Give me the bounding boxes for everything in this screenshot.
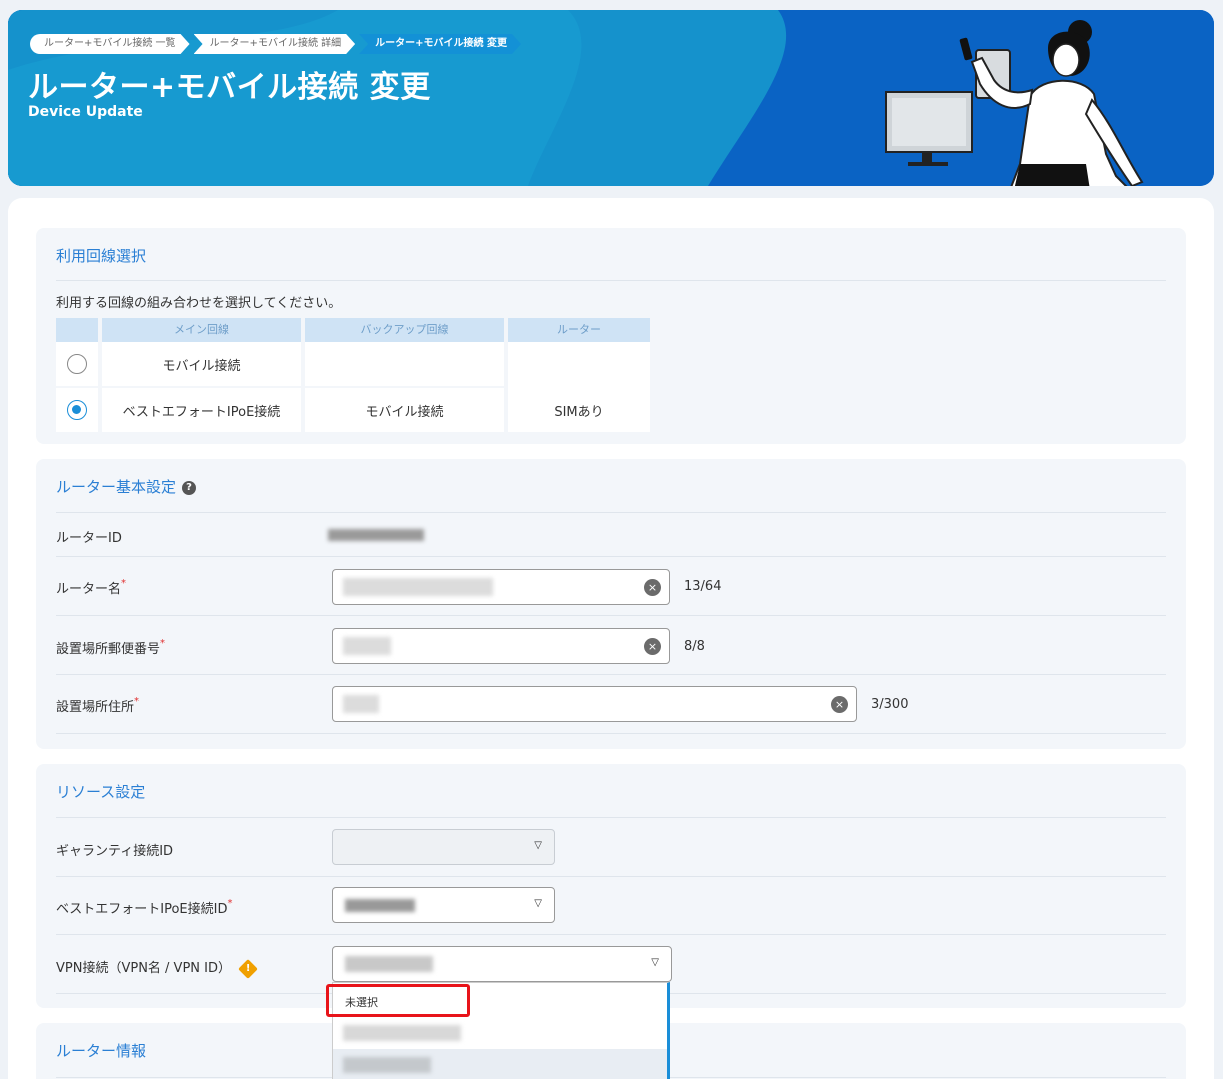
section-divider: [56, 280, 1166, 281]
clear-icon[interactable]: ×: [644, 638, 661, 655]
router-name-label-text: ルーター名: [56, 582, 122, 597]
router-name-value: [343, 578, 493, 596]
page-header-banner: ルーター+モバイル接続 一覧 ルーター+モバイル接続 詳細 ルーター+モバイル接…: [8, 10, 1214, 186]
vpn-connection-label-text: VPN接続（VPN名 / VPN ID）: [56, 961, 231, 976]
line-option-radio[interactable]: [67, 354, 87, 374]
table-cell-router: SIMあり: [508, 342, 650, 432]
table-cell-main: モバイル接続: [102, 342, 301, 386]
main-card: 利用回線選択 利用する回線の組み合わせを選択してください。 メイン回線 バックア…: [8, 198, 1214, 1079]
address-label: 設置場所住所*: [56, 696, 139, 715]
table-header-router: ルーター: [508, 318, 650, 342]
address-input[interactable]: ×: [332, 686, 857, 722]
clear-icon[interactable]: ×: [644, 579, 661, 596]
row-divider: [56, 556, 1166, 557]
line-selection-description: 利用する回線の組み合わせを選択してください。: [56, 296, 342, 311]
router-info-title: ルーター情報: [56, 1042, 147, 1060]
chevron-down-icon: ▽: [651, 957, 659, 968]
vpn-connection-label: VPN接続（VPN名 / VPN ID）!: [56, 957, 258, 979]
router-type-label: SIMあり: [554, 404, 604, 420]
chevron-down-icon: ▽: [534, 840, 542, 851]
postal-code-value: [343, 637, 391, 655]
section-divider: [56, 512, 1166, 513]
dropdown-option[interactable]: [333, 1017, 667, 1049]
page-title: ルーター+モバイル接続 変更: [28, 70, 431, 105]
dropdown-option-hovered[interactable]: [333, 1049, 667, 1079]
table-header-main: メイン回線: [102, 318, 301, 342]
required-mark: *: [227, 898, 233, 909]
router-id-label: ルーターID: [56, 531, 122, 546]
row-divider: [56, 934, 1166, 935]
line-selection-title: 利用回線選択: [56, 247, 147, 265]
table-cell-backup: [305, 342, 504, 386]
router-basic-settings-section: ルーター基本設定? ルーターID ルーター名* × 13/64 設置場所郵便番号…: [36, 459, 1186, 749]
row-divider: [56, 615, 1166, 616]
postal-code-char-count: 8/8: [684, 639, 705, 654]
router-basic-settings-title: ルーター基本設定?: [56, 476, 197, 497]
best-effort-ipoe-id-label-text: ベストエフォートIPoE接続ID: [56, 902, 228, 917]
postal-code-label: 設置場所郵便番号*: [56, 638, 165, 657]
required-mark: *: [160, 638, 166, 649]
resource-settings-title: リソース設定: [56, 783, 146, 801]
router-name-char-count: 13/64: [684, 579, 722, 594]
breadcrumb-item-current: ルーター+モバイル接続 変更: [359, 34, 521, 54]
annotation-highlight-box: [326, 984, 470, 1017]
resource-settings-section: リソース設定 ギャランティ接続ID ▽ ベストエフォートIPoE接続ID* ▽ …: [36, 764, 1186, 1008]
line-selection-section: 利用回線選択 利用する回線の組み合わせを選択してください。 メイン回線 バックア…: [36, 228, 1186, 444]
line-option-radio-selected[interactable]: [67, 400, 87, 420]
chevron-down-icon: ▽: [534, 898, 542, 909]
breadcrumb: ルーター+モバイル接続 一覧 ルーター+モバイル接続 詳細 ルーター+モバイル接…: [30, 34, 525, 54]
best-effort-ipoe-id-label: ベストエフォートIPoE接続ID*: [56, 898, 232, 917]
help-icon[interactable]: ?: [182, 480, 197, 495]
best-effort-ipoe-id-select[interactable]: ▽: [332, 887, 555, 923]
router-id-value: [328, 529, 424, 541]
row-divider: [56, 876, 1166, 877]
postal-code-input[interactable]: ×: [332, 628, 670, 664]
breadcrumb-item-list[interactable]: ルーター+モバイル接続 一覧: [30, 34, 190, 54]
table-header-radio: [56, 318, 98, 342]
required-mark: *: [134, 696, 140, 707]
vpn-connection-select[interactable]: ▽: [332, 946, 672, 982]
breadcrumb-item-detail[interactable]: ルーター+モバイル接続 詳細: [194, 34, 356, 54]
guarantee-connection-id-select: ▽: [332, 829, 555, 865]
table-cell-backup: モバイル接続: [305, 388, 504, 432]
row-divider: [56, 674, 1166, 675]
address-label-text: 設置場所住所: [56, 700, 135, 715]
postal-code-label-text: 設置場所郵便番号: [56, 642, 161, 657]
woman-with-devices-illustration-icon: [885, 20, 1144, 186]
router-basic-settings-title-text: ルーター基本設定: [56, 478, 177, 496]
required-mark: *: [121, 578, 127, 589]
page-subtitle: Device Update: [28, 104, 143, 120]
address-char-count: 3/300: [871, 697, 909, 712]
guarantee-connection-id-label: ギャランティ接続ID: [56, 844, 174, 859]
table-cell-main: ベストエフォートIPoE接続: [102, 388, 301, 432]
router-name-label: ルーター名*: [56, 578, 126, 597]
router-name-input[interactable]: ×: [332, 569, 670, 605]
warning-icon[interactable]: !: [238, 958, 258, 979]
table-row[interactable]: [56, 342, 98, 386]
table-row[interactable]: [56, 388, 98, 432]
dropdown-option-value: [343, 1057, 431, 1073]
clear-icon[interactable]: ×: [831, 696, 848, 713]
address-value: [343, 695, 379, 713]
best-effort-ipoe-id-value: [345, 899, 415, 912]
row-divider: [56, 733, 1166, 734]
vpn-connection-value: [345, 956, 433, 972]
dropdown-option-value: [343, 1025, 461, 1041]
section-divider: [56, 817, 1166, 818]
table-header-backup: バックアップ回線: [305, 318, 504, 342]
